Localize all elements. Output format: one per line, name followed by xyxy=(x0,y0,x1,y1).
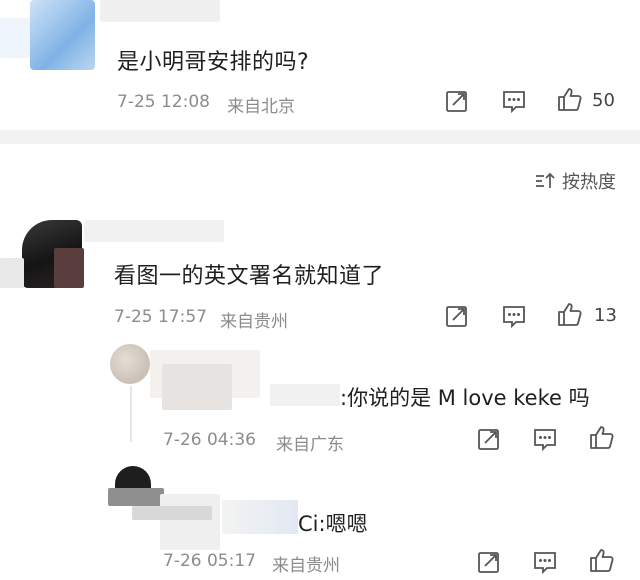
sort-icon xyxy=(534,170,556,192)
reply-location: 来自贵州 xyxy=(272,556,340,576)
comment-text: 是小明哥安排的吗? xyxy=(117,50,310,75)
section-divider xyxy=(0,130,640,144)
username-blur[interactable] xyxy=(132,506,212,520)
avatar-blur xyxy=(54,248,84,288)
reply-text: Ci:嗯嗯 xyxy=(298,512,368,536)
share-icon[interactable] xyxy=(476,426,502,452)
comment-icon[interactable] xyxy=(501,303,527,329)
username-blur[interactable] xyxy=(270,384,340,406)
thumbs-up-icon[interactable] xyxy=(589,424,615,450)
like-count: 50 xyxy=(592,90,615,111)
sort-label: 按热度 xyxy=(562,172,616,193)
reply-date: 7-26 05:17 xyxy=(163,551,256,571)
share-icon[interactable] xyxy=(444,88,470,114)
like-count: 13 xyxy=(594,305,617,326)
comment-location: 来自贵州 xyxy=(220,312,288,332)
share-icon[interactable] xyxy=(476,549,502,575)
share-icon[interactable] xyxy=(444,303,470,329)
comment-icon[interactable] xyxy=(532,426,558,452)
username-blur[interactable] xyxy=(222,500,298,534)
thumbs-up-icon[interactable] xyxy=(589,547,615,573)
comment-date: 7-25 17:57 xyxy=(114,307,207,327)
reply-text: :你说的是 M love keke 吗 xyxy=(340,386,590,410)
reply-thread-line xyxy=(130,386,132,442)
username-blur[interactable] xyxy=(162,364,232,410)
avatar[interactable] xyxy=(30,0,95,70)
comment-location: 来自北京 xyxy=(227,97,295,117)
avatar[interactable] xyxy=(110,344,150,384)
comment-icon[interactable] xyxy=(501,88,527,114)
username-blur[interactable] xyxy=(100,0,220,22)
comment-date: 7-25 12:08 xyxy=(117,92,210,112)
reply-date: 7-26 04:36 xyxy=(163,430,256,450)
comment-text: 看图一的英文署名就知道了 xyxy=(114,264,385,289)
username-blur[interactable] xyxy=(84,220,224,242)
avatar-blur xyxy=(108,488,164,506)
thumbs-up-icon[interactable] xyxy=(557,86,583,112)
comment-icon[interactable] xyxy=(532,549,558,575)
username-blur[interactable] xyxy=(160,494,220,550)
username-blur[interactable] xyxy=(0,258,24,288)
thumbs-up-icon[interactable] xyxy=(557,301,583,327)
sort-button[interactable]: 按热度 xyxy=(534,168,616,194)
reply-location: 来自广东 xyxy=(276,435,344,455)
avatar[interactable] xyxy=(115,466,151,490)
username-blur[interactable] xyxy=(0,18,30,58)
